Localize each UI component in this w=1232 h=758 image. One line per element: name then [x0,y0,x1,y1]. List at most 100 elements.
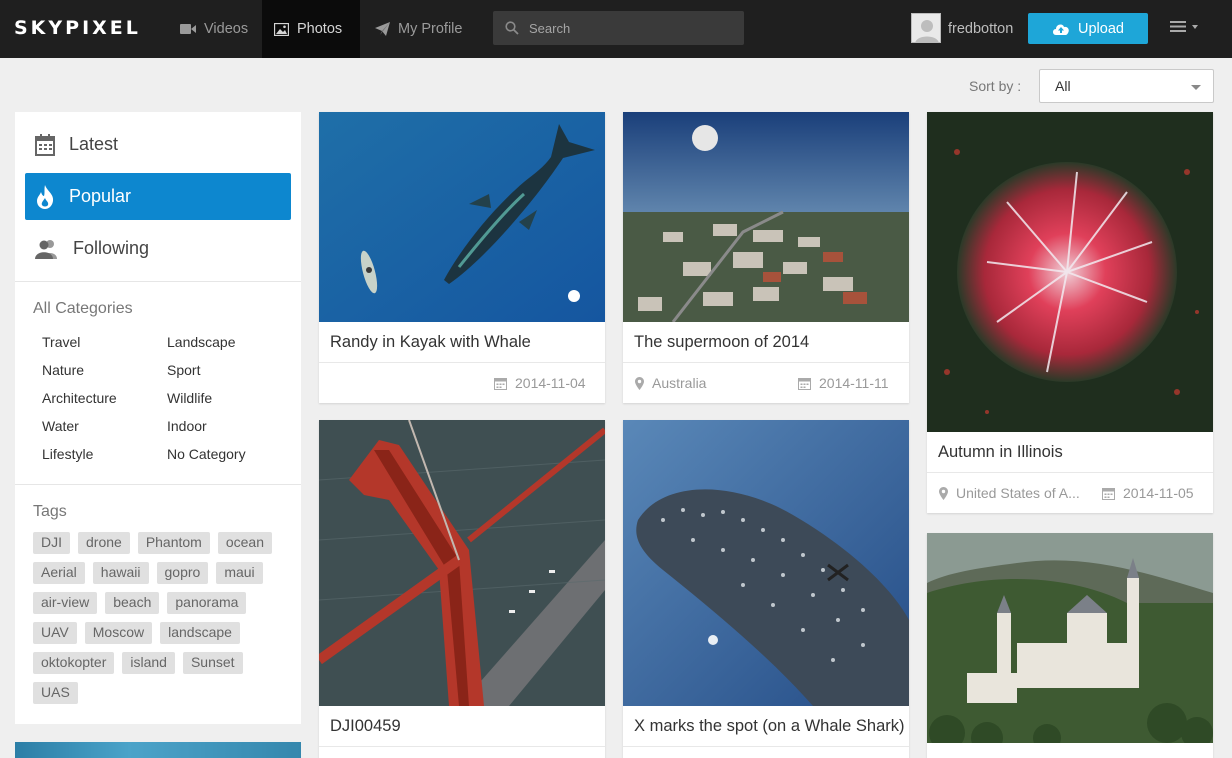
photo-thumbnail[interactable] [623,112,909,322]
sidebar-divider [15,281,301,282]
photo-card: Randy in Kayak with Whale 2014-11-04 [319,112,605,403]
calendar-icon [1102,487,1115,500]
tag-chip[interactable]: Aerial [33,562,85,584]
nav-photos[interactable]: Photos [262,0,360,58]
paper-plane-icon [375,22,390,36]
tag-chip[interactable]: maui [216,562,263,584]
top-navbar: SKYPIXEL Videos Photos My Profile fredbo… [0,0,1232,58]
card-divider [319,362,605,363]
tag-cloud: DJI drone Phantom ocean Aerial hawaii go… [33,532,293,712]
sidebar-item-following-label: Following [73,238,150,258]
photo-thumbnail[interactable] [927,533,1213,743]
category-nature[interactable]: Nature [42,362,84,378]
photo-title[interactable]: Autumn in Illinois [938,443,1063,462]
tag-chip[interactable]: UAS [33,682,78,704]
sidebar-item-following[interactable]: Following [25,225,291,272]
photo-thumbnail[interactable] [927,112,1213,432]
photo-date-text: 2014-11-05 [1123,485,1194,501]
calendar-icon [798,377,811,390]
sidebar: Latest Popular Following All Categories … [15,112,301,724]
tag-chip[interactable]: UAV [33,622,77,644]
tag-chip[interactable]: Moscow [84,622,153,644]
category-lifestyle[interactable]: Lifestyle [42,446,93,462]
upload-button[interactable]: Upload [1028,13,1148,44]
image-icon [274,22,289,36]
category-indoor[interactable]: Indoor [167,418,207,434]
photo-title[interactable]: X marks the spot (on a Whale Shark) [634,717,905,736]
calendar-icon [35,133,55,156]
category-travel[interactable]: Travel [42,334,80,350]
caret-down-icon [1191,85,1201,90]
photo-thumbnail[interactable] [623,420,909,706]
photo-card: The supermoon of 2014 Australia 2014-11-… [623,112,909,403]
map-marker-icon [635,376,644,390]
tag-chip[interactable]: hawaii [92,562,149,584]
photo-date: 2014-11-11 [798,375,889,391]
category-architecture[interactable]: Architecture [42,390,117,406]
calendar-icon [494,377,507,390]
cloud-upload-icon [1053,24,1069,35]
tag-chip[interactable]: air-view [33,592,98,614]
photo-location: Australia [635,375,706,391]
tag-chip[interactable]: Phantom [137,532,210,554]
nav-videos-label: Videos [204,21,249,37]
user-avatar[interactable] [911,13,941,43]
video-camera-icon [180,24,196,34]
card-divider [927,472,1213,473]
photo-date: 2014-11-04 [494,375,586,391]
username-link[interactable]: fredbotton [948,21,1013,37]
fire-icon [37,184,54,209]
photo-date-text: 2014-11-11 [819,375,889,391]
tag-chip[interactable]: beach [105,592,160,614]
search-icon [505,21,519,35]
nav-my-profile-label: My Profile [398,21,463,37]
photo-card: Autumn in Illinois United States of A...… [927,112,1213,513]
tag-chip[interactable]: oktokopter [33,652,115,674]
search-box[interactable] [493,11,744,45]
photo-thumbnail[interactable] [319,112,605,322]
skypixel-logo[interactable]: SKYPIXEL [14,17,141,39]
photo-thumbnail[interactable] [319,420,605,706]
category-no-category[interactable]: No Category [167,446,246,462]
sort-value: All [1055,78,1071,94]
category-landscape[interactable]: Landscape [167,334,236,350]
tag-chip[interactable]: DJI [33,532,70,554]
upload-button-label: Upload [1078,20,1124,37]
tag-chip[interactable]: island [122,652,175,674]
tag-chip[interactable]: gopro [156,562,209,584]
sidebar-promo-image[interactable] [15,742,301,758]
sidebar-item-latest-label: Latest [69,134,119,154]
category-wildlife[interactable]: Wildlife [167,390,212,406]
photo-card: DJI00459 [319,420,605,758]
photo-date-text: 2014-11-04 [515,375,586,391]
sidebar-item-popular[interactable]: Popular [25,173,291,220]
tag-chip[interactable]: Sunset [182,652,243,674]
photo-location-text: United States of A... [956,485,1080,501]
nav-my-profile[interactable]: My Profile [363,0,474,58]
avatar-silhouette-icon [912,14,940,42]
card-divider [623,362,909,363]
photo-location-text: Australia [652,375,707,391]
category-water[interactable]: Water [42,418,79,434]
menu-button[interactable] [1170,20,1200,33]
sort-select[interactable]: All [1039,69,1214,103]
sidebar-divider [15,484,301,485]
hamburger-icon [1170,21,1186,32]
tag-chip[interactable]: ocean [217,532,273,554]
map-marker-icon [939,486,948,500]
nav-photos-label: Photos [297,21,343,37]
photo-card [927,533,1213,758]
tag-chip[interactable]: landscape [160,622,240,644]
tag-chip[interactable]: drone [78,532,130,554]
photo-title[interactable]: The supermoon of 2014 [634,333,809,352]
sidebar-item-latest[interactable]: Latest [25,121,291,168]
tag-chip[interactable]: panorama [167,592,247,614]
nav-videos[interactable]: Videos [168,0,260,58]
photo-title[interactable]: DJI00459 [330,717,401,736]
card-divider [319,746,605,747]
tags-title: Tags [33,503,67,520]
photo-title[interactable]: Randy in Kayak with Whale [330,333,531,352]
photo-card: X marks the spot (on a Whale Shark) [623,420,909,758]
search-input[interactable] [529,20,729,36]
category-sport[interactable]: Sport [167,362,200,378]
